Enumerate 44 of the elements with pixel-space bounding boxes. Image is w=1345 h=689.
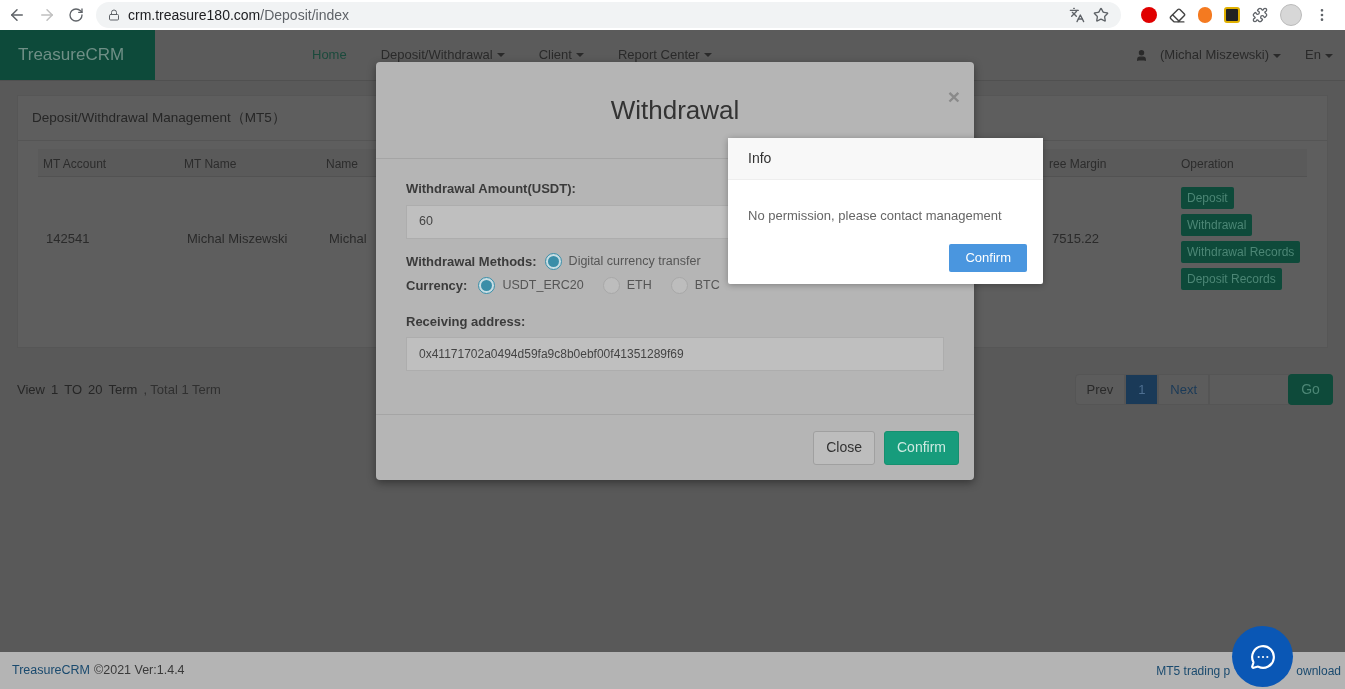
radio-label: ETH: [626, 277, 652, 295]
action-button[interactable]: Withdrawal: [1181, 213, 1253, 236]
download-link[interactable]: MT5 trading p: [1156, 661, 1231, 680]
extensions-icon[interactable]: [1252, 7, 1268, 23]
radio-button[interactable]: [478, 277, 496, 295]
radio-label: Digital currency transfer: [568, 252, 701, 270]
field-label: Currency:: [406, 277, 468, 295]
action-button[interactable]: Withdrawal Records: [1181, 240, 1301, 263]
action-button[interactable]: Deposit: [1181, 186, 1234, 209]
page-button[interactable]: 1: [1125, 374, 1159, 405]
next-button[interactable]: Next: [1158, 374, 1209, 405]
address-field[interactable]: 0x41171702a0494d59fa9c8b0ebf00f41351289f69: [406, 337, 944, 371]
user-icon: [1135, 48, 1149, 62]
logo[interactable]: TreasureCRM: [0, 30, 155, 80]
info-title: Info: [748, 149, 772, 168]
page-input[interactable]: [1209, 374, 1289, 405]
eraser-icon[interactable]: [1169, 6, 1186, 24]
radio-label: USDT_ERC20: [502, 277, 584, 295]
url-text: crm.treasure180.com/Deposit/index: [128, 5, 350, 25]
nav-item[interactable]: Home: [295, 45, 364, 65]
radio-button[interactable]: [544, 252, 562, 270]
action-button[interactable]: Deposit Records: [1181, 267, 1282, 290]
footer-copyright: ©2021 Ver:1.4.4: [94, 662, 185, 680]
dialog-button[interactable]: Confirm: [884, 430, 959, 465]
back-icon[interactable]: [8, 6, 26, 24]
confirm-button[interactable]: Confirm: [949, 244, 1027, 272]
lock-icon: [108, 9, 120, 21]
field-label: Withdrawal Amount(USDT):: [406, 180, 577, 198]
footer-brand[interactable]: TreasureCRM: [12, 661, 91, 680]
translate-icon[interactable]: [1069, 7, 1085, 23]
dialog-button[interactable]: Close: [813, 430, 875, 465]
caret-icon: [1325, 53, 1333, 58]
field-label: Receiving address:: [406, 312, 527, 331]
address-bar[interactable]: crm.treasure180.com/Deposit/index: [96, 2, 1121, 28]
field-label: Withdrawal Methods:: [406, 252, 537, 271]
bookmark-star-icon[interactable]: [1093, 7, 1109, 23]
panel-title: Deposit/Withdrawal Management（MT5）: [32, 108, 286, 127]
caret-icon: [1273, 53, 1282, 58]
chat-icon: [1249, 643, 1276, 670]
radio-label: BTC: [694, 277, 720, 295]
download-link[interactable]: ownload: [1296, 661, 1341, 680]
dialog-title: Withdrawal: [610, 93, 740, 127]
reload-icon[interactable]: [68, 7, 84, 23]
go-button[interactable]: Go: [1288, 374, 1333, 405]
